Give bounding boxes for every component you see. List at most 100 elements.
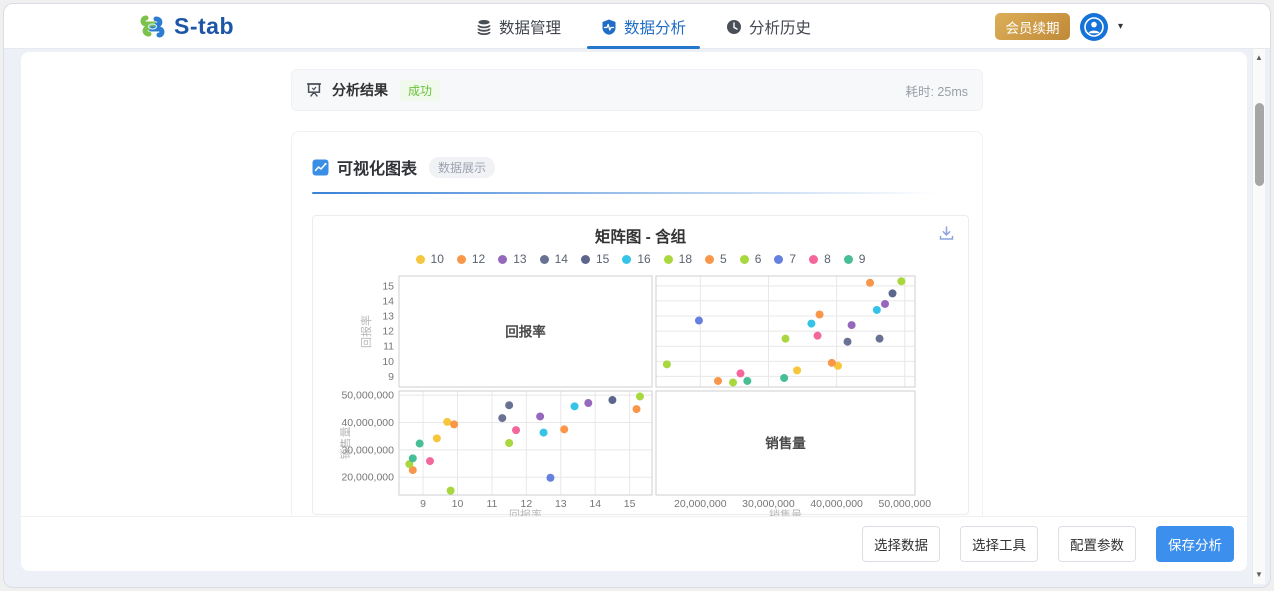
legend-label: 6 (755, 252, 762, 266)
legend-item[interactable]: 9 (844, 252, 866, 266)
header-right: 会员续期 ▾ (995, 4, 1123, 49)
svg-text:30,000,000: 30,000,000 (742, 498, 795, 510)
scrollbar-thumb[interactable] (1255, 103, 1264, 186)
main-panel: 分析结果 成功 耗时: 25ms 可视化图表 数据展示 矩阵图 - 含组 (21, 52, 1247, 571)
svg-text:销售量: 销售量 (769, 508, 802, 517)
database-icon (476, 19, 492, 35)
chart-container: 矩阵图 - 含组 10 12 13 14 15 16 18 5 6 7 8 9 9 9 10 10 11 11 1… (312, 215, 969, 515)
legend-label: 13 (513, 252, 526, 266)
svg-text:9: 9 (420, 498, 426, 510)
legend-item[interactable]: 5 (705, 252, 727, 266)
legend-label: 5 (720, 252, 727, 266)
scroll-up-arrow[interactable]: ▲ (1253, 51, 1265, 65)
legend-dot (581, 255, 590, 264)
select-tool-button[interactable]: 选择工具 (960, 526, 1038, 562)
brand-name: S-tab (174, 13, 234, 40)
legend-item[interactable]: 8 (809, 252, 831, 266)
legend-item[interactable]: 15 (581, 252, 609, 266)
legend-label: 15 (596, 252, 609, 266)
legend-dot (664, 255, 673, 264)
presentation-board-icon (306, 82, 322, 98)
svg-text:15: 15 (382, 280, 394, 292)
nav-item-data-management[interactable]: 数据管理 (474, 4, 563, 49)
legend-dot (774, 255, 783, 264)
legend-label: 14 (555, 252, 568, 266)
legend-dot (416, 255, 425, 264)
scroll-down-arrow[interactable]: ▼ (1253, 568, 1265, 582)
legend-dot (622, 255, 631, 264)
legend-dot (498, 255, 507, 264)
brand-logo[interactable]: S-tab (139, 4, 234, 49)
svg-text:11: 11 (486, 498, 497, 510)
svg-text:10: 10 (382, 356, 394, 368)
legend-dot (540, 255, 549, 264)
result-title: 分析结果 (332, 80, 388, 100)
save-analysis-button[interactable]: 保存分析 (1156, 526, 1234, 562)
membership-renew-button[interactable]: 会员续期 (995, 13, 1070, 40)
legend-dot (705, 255, 714, 264)
legend-dot (809, 255, 818, 264)
legend-item[interactable]: 7 (774, 252, 796, 266)
legend-item[interactable]: 14 (540, 252, 568, 266)
svg-text:回报率: 回报率 (359, 315, 373, 348)
svg-text:13: 13 (382, 311, 394, 323)
svg-text:销售量: 销售量 (765, 435, 806, 451)
svg-text:11: 11 (383, 341, 394, 353)
legend-dot (740, 255, 749, 264)
status-badge: 成功 (400, 80, 440, 101)
chart-title: 矩阵图 - 含组 (313, 225, 968, 247)
chart-card-badge: 数据展示 (429, 157, 495, 178)
svg-text:13: 13 (555, 498, 567, 510)
legend-label: 9 (859, 252, 866, 266)
svg-text:50,000,000: 50,000,000 (341, 390, 394, 402)
configure-params-button[interactable]: 配置参数 (1058, 526, 1136, 562)
svg-text:12: 12 (382, 326, 394, 338)
nav-label: 数据分析 (624, 16, 686, 38)
user-avatar[interactable] (1080, 13, 1108, 41)
svg-text:15: 15 (624, 498, 636, 510)
svg-text:14: 14 (589, 498, 601, 510)
legend-item[interactable]: 13 (498, 252, 526, 266)
chart-card: 可视化图表 数据展示 矩阵图 - 含组 10 12 13 14 15 16 18 5 6 7 8 9 … (291, 131, 983, 516)
app-header: S-tab 数据管理 数据分析 (4, 4, 1270, 49)
main-nav: 数据管理 数据分析 分析历史 (474, 4, 813, 49)
legend-label: 16 (637, 252, 650, 266)
svg-text:50,000,000: 50,000,000 (878, 498, 931, 510)
pulse-icon (601, 19, 617, 35)
select-data-button[interactable]: 选择数据 (862, 526, 940, 562)
chevron-down-icon[interactable]: ▾ (1118, 22, 1123, 32)
legend-label: 7 (789, 252, 796, 266)
analysis-result-bar: 分析结果 成功 耗时: 25ms (291, 69, 983, 111)
legend-item[interactable]: 18 (664, 252, 692, 266)
nav-item-data-analysis[interactable]: 数据分析 (599, 4, 688, 49)
clock-icon (726, 19, 742, 35)
legend-dot (457, 255, 466, 264)
nav-label: 数据管理 (499, 16, 561, 38)
legend-item[interactable]: 12 (457, 252, 485, 266)
svg-text:销售量: 销售量 (338, 427, 352, 460)
svg-text:20,000,000: 20,000,000 (674, 498, 727, 510)
line-chart-icon (312, 159, 329, 176)
brand-logo-icon (139, 13, 166, 40)
legend-label: 10 (431, 252, 444, 266)
svg-text:9: 9 (388, 371, 394, 383)
nav-item-analysis-history[interactable]: 分析历史 (724, 4, 813, 49)
svg-text:回报率: 回报率 (509, 508, 542, 517)
legend-item[interactable]: 10 (416, 252, 444, 266)
scatter-matrix-plot: 9910101111121213131414151520,000,00020,0… (313, 268, 968, 516)
svg-text:14: 14 (382, 295, 394, 307)
nav-label: 分析历史 (749, 16, 811, 38)
elapsed-time: 耗时: 25ms (905, 81, 968, 100)
vertical-scrollbar[interactable]: ▲ ▼ (1252, 49, 1265, 584)
legend-label: 8 (824, 252, 831, 266)
svg-text:10: 10 (452, 498, 464, 510)
download-icon[interactable] (938, 225, 955, 242)
gradient-divider (312, 192, 938, 194)
chart-card-title: 可视化图表 (337, 155, 417, 179)
legend-item[interactable]: 6 (740, 252, 762, 266)
user-icon (1084, 17, 1104, 37)
svg-text:回报率: 回报率 (505, 324, 546, 340)
legend-item[interactable]: 16 (622, 252, 650, 266)
legend-label: 18 (679, 252, 692, 266)
action-footer: 选择数据 选择工具 配置参数 保存分析 (21, 516, 1247, 571)
